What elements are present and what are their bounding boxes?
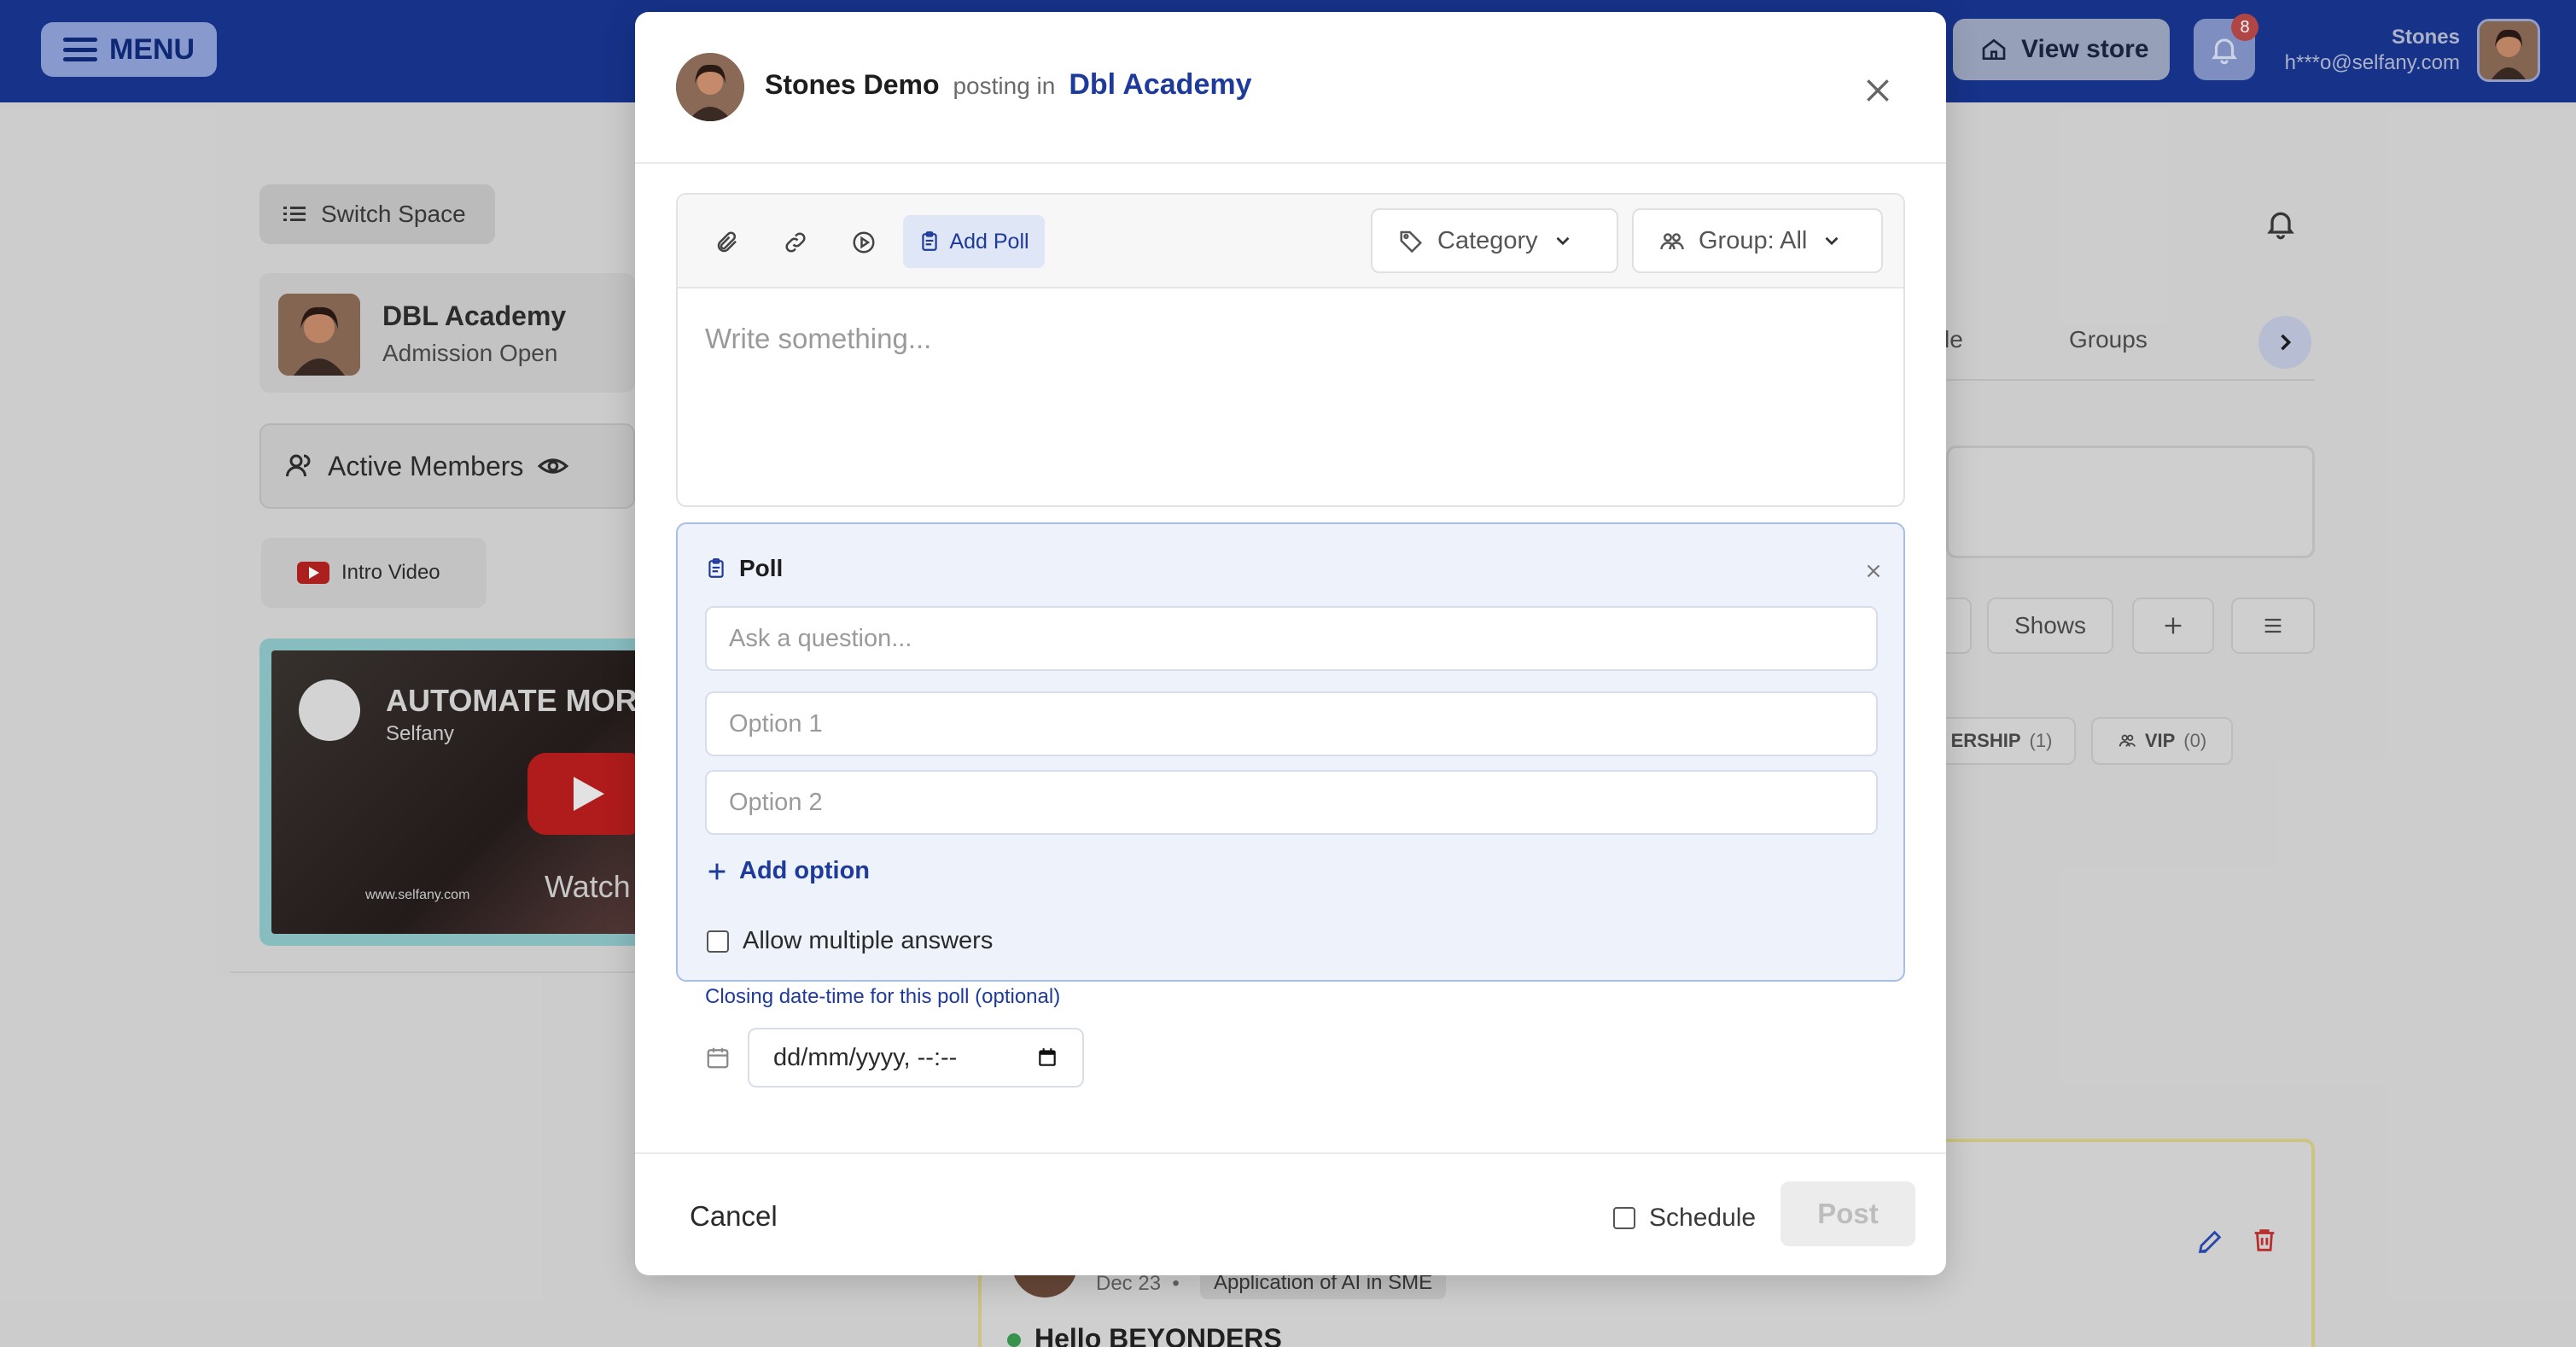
poll-title: Poll xyxy=(739,555,784,581)
allow-multiple-checkbox[interactable] xyxy=(707,930,729,953)
post-button[interactable]: Post xyxy=(1780,1181,1915,1246)
create-post-modal: Stones Demo posting in Dbl Academy Add P… xyxy=(635,12,1946,1275)
play-circle-icon xyxy=(853,231,875,254)
add-option-label: Add option xyxy=(739,857,871,884)
clipboard-icon xyxy=(922,231,938,251)
attach-button[interactable] xyxy=(710,225,744,259)
schedule-row: Schedule xyxy=(1613,1204,1756,1233)
schedule-label: Schedule xyxy=(1649,1204,1757,1232)
author-name: Stones Demo xyxy=(765,69,940,100)
cancel-button[interactable]: Cancel xyxy=(690,1200,778,1233)
posting-in-label: posting in xyxy=(953,73,1056,99)
closing-date-input[interactable]: dd/mm/yyyy, --:-- xyxy=(748,1028,1084,1088)
space-link[interactable]: Dbl Academy xyxy=(1069,68,1251,102)
composer: Add Poll Category Group: All Write somet… xyxy=(676,193,1905,507)
closing-date-label: Closing date-time for this poll (optiona… xyxy=(705,985,1061,1008)
tag-icon xyxy=(1400,230,1423,254)
add-poll-label: Add Poll xyxy=(949,229,1029,254)
closing-date-row: dd/mm/yyyy, --:-- xyxy=(705,1028,1084,1088)
modal-header: Stones Demo posting in Dbl Academy xyxy=(635,12,1946,164)
calendar-icon xyxy=(707,1047,729,1069)
close-icon[interactable] xyxy=(1861,73,1895,108)
allow-multiple-label: Allow multiple answers xyxy=(743,927,994,954)
poll-option-2-input[interactable]: Option 2 xyxy=(705,770,1878,835)
poll-header: Poll xyxy=(705,555,783,582)
calendar-icon[interactable] xyxy=(1036,1047,1058,1069)
poll-editor: Poll Ask a question... Option 1 Option 2… xyxy=(676,522,1905,1088)
group-label: Group: All xyxy=(1699,226,1808,254)
add-option-button[interactable]: Add option xyxy=(705,857,870,885)
modal-footer: Cancel Schedule Post xyxy=(635,1152,1946,1275)
paperclip-icon xyxy=(717,231,737,253)
category-label: Category xyxy=(1437,226,1538,254)
add-poll-button[interactable]: Add Poll xyxy=(903,215,1045,268)
chevron-down-icon xyxy=(1825,236,1839,246)
link-button[interactable] xyxy=(778,225,813,259)
close-icon[interactable] xyxy=(1862,560,1885,582)
clipboard-icon xyxy=(708,558,724,578)
allow-multiple-row: Allow multiple answers xyxy=(707,927,993,955)
poll-question-input[interactable]: Ask a question... xyxy=(705,606,1878,671)
date-placeholder: dd/mm/yyyy, --:-- xyxy=(773,1043,958,1071)
group-dropdown[interactable]: Group: All xyxy=(1632,208,1883,273)
users-icon xyxy=(1660,233,1684,250)
poll-option-1-input[interactable]: Option 1 xyxy=(705,691,1878,756)
composer-input[interactable]: Write something... xyxy=(705,323,931,355)
category-dropdown[interactable]: Category xyxy=(1371,208,1618,273)
video-button[interactable] xyxy=(847,225,881,259)
link-icon xyxy=(785,232,806,253)
composer-toolbar: Add Poll Category Group: All xyxy=(678,195,1903,289)
modal-title: Stones Demo posting in Dbl Academy xyxy=(765,68,1252,102)
schedule-checkbox[interactable] xyxy=(1613,1207,1635,1229)
plus-icon xyxy=(708,863,726,879)
chevron-down-icon xyxy=(1556,236,1570,246)
author-avatar xyxy=(676,53,744,121)
